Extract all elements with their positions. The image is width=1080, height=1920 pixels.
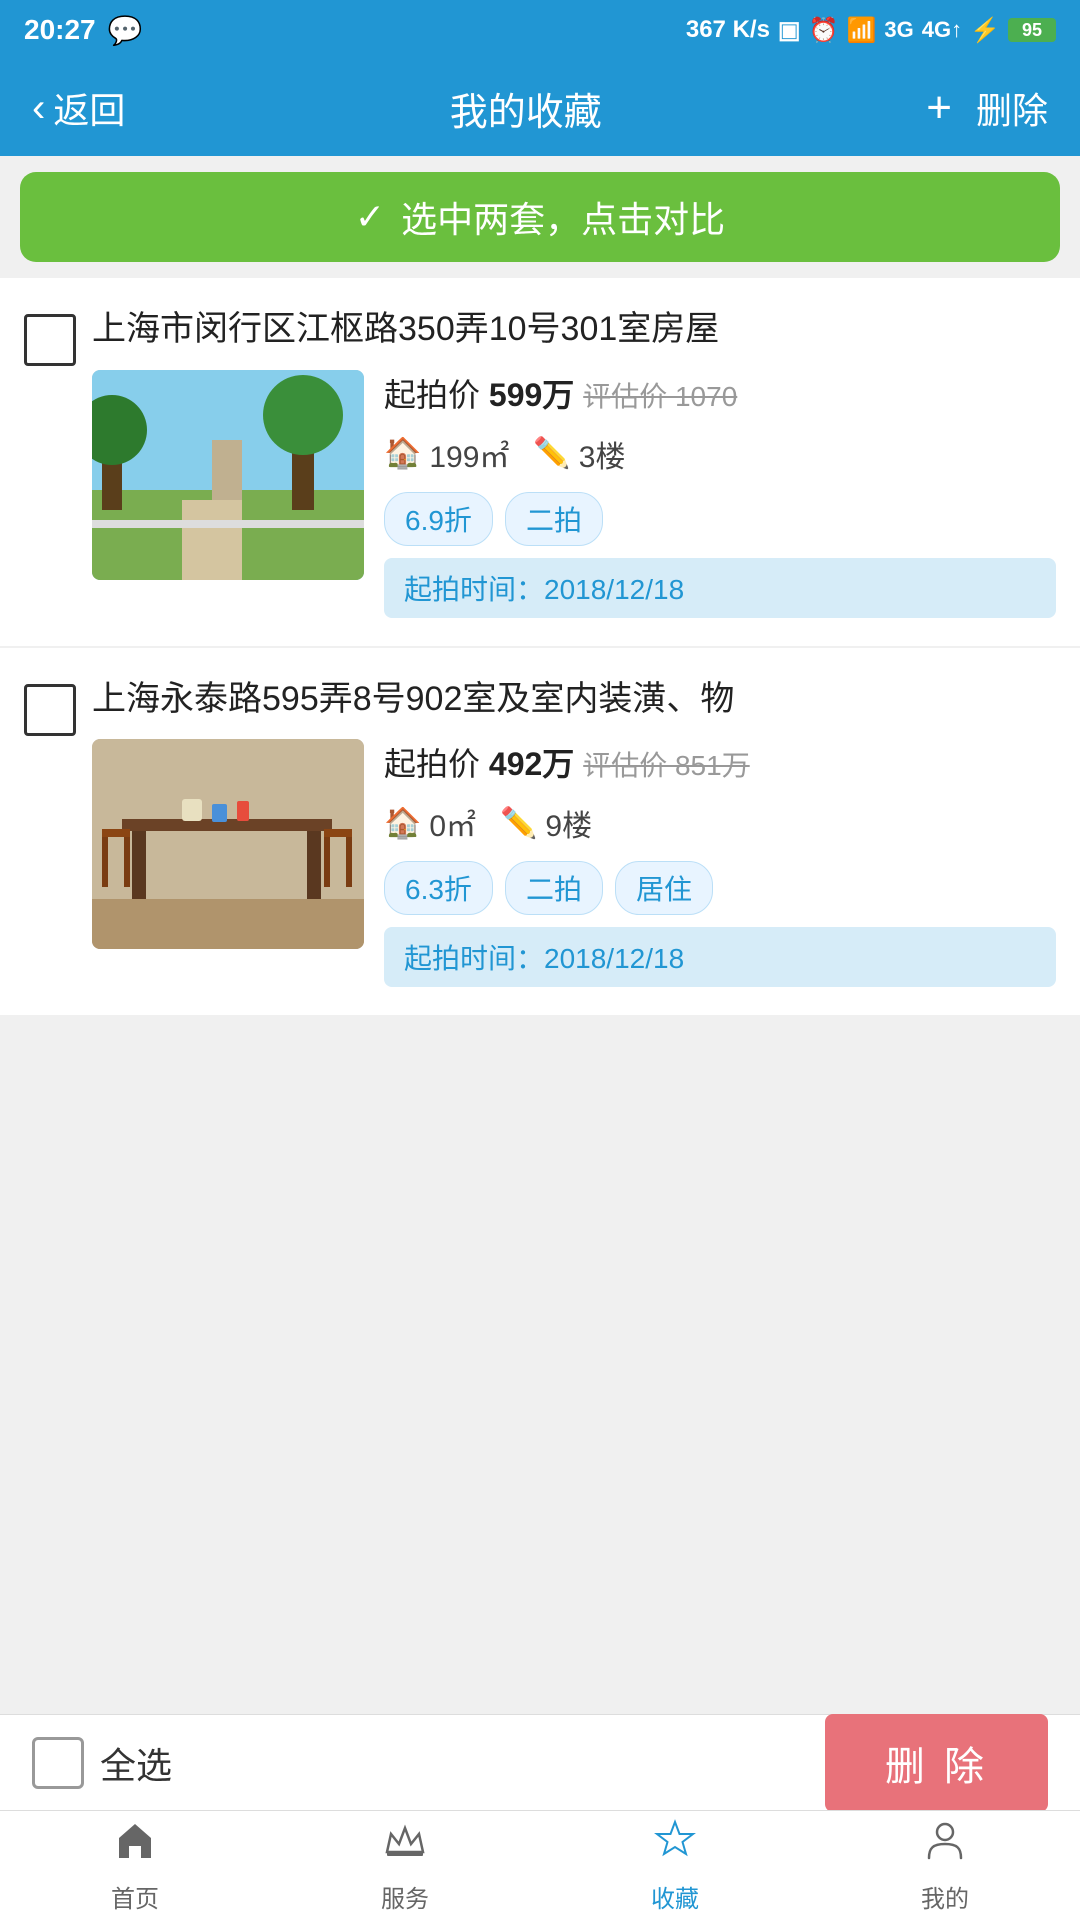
tags-line-1: 6.9折 二拍 bbox=[384, 492, 1056, 546]
tags-line-2: 6.3折 二拍 居住 bbox=[384, 861, 1056, 915]
property-checkbox-1[interactable] bbox=[24, 314, 76, 366]
area-icon-1: 🏠 bbox=[384, 436, 421, 471]
status-bar: 20:27 💬 367 K/s ▣ ⏰ 📶 3G 4G↑ ⚡ 95 bbox=[0, 0, 1080, 60]
speed: 367 K/s bbox=[686, 16, 770, 44]
estimate-1: 评估价 1070 bbox=[583, 381, 737, 412]
nav-actions: + 删除 bbox=[926, 82, 1048, 134]
floor-meta-2: ✏️ 9楼 bbox=[500, 801, 592, 845]
tab-bar: 首页 服务 收藏 我的 bbox=[0, 1810, 1080, 1920]
property-checkbox-2[interactable] bbox=[24, 684, 76, 736]
compare-text: 选中两套，点击对比 bbox=[401, 191, 725, 243]
time: 20:27 bbox=[24, 14, 96, 46]
property-content-2: 上海永泰路595弄8号902室及室内装潢、物 bbox=[92, 676, 1056, 988]
chat-icon: 💬 bbox=[108, 14, 143, 47]
tab-mine[interactable]: 我的 bbox=[810, 1811, 1080, 1920]
tag-type-2: 居住 bbox=[615, 861, 713, 915]
delete-button[interactable]: 删 除 bbox=[825, 1714, 1048, 1812]
tag-round-2: 二拍 bbox=[505, 861, 603, 915]
nav-bar: ‹ 返回 我的收藏 + 删除 bbox=[0, 60, 1080, 156]
area-icon-2: 🏠 bbox=[384, 806, 421, 841]
compare-check-icon: ✓ bbox=[355, 196, 385, 238]
property-details-1: 起拍价 599万 评估价 1070 🏠 199㎡ ✏️ 3楼 bbox=[384, 370, 1056, 618]
select-all-checkbox[interactable] bbox=[32, 1737, 84, 1789]
property-content-1: 上海市闵行区江枢路350弄10号301室房屋 bbox=[92, 306, 1056, 618]
clock-icon: ⏰ bbox=[809, 16, 839, 45]
back-label: 返回 bbox=[53, 82, 125, 134]
area-meta-1: 🏠 199㎡ bbox=[384, 432, 509, 476]
floor-value-1: 3楼 bbox=[579, 432, 626, 476]
date-1: 起拍时间：2018/12/18 bbox=[384, 558, 1056, 618]
area-meta-2: 🏠 0㎡ bbox=[384, 801, 476, 845]
back-chevron-icon: ‹ bbox=[32, 86, 45, 131]
charging-icon: ⚡ bbox=[970, 16, 1000, 45]
tag-discount-2: 6.3折 bbox=[384, 861, 493, 915]
floor-meta-1: ✏️ 3楼 bbox=[533, 432, 625, 476]
add-button[interactable]: + bbox=[926, 83, 952, 133]
meta-line-1: 🏠 199㎡ ✏️ 3楼 bbox=[384, 432, 1056, 476]
crown-icon bbox=[383, 1818, 427, 1873]
bottom-spacer bbox=[0, 1017, 1080, 1397]
property-title-2: 上海永泰路595弄8号902室及室内装潢、物 bbox=[92, 676, 1056, 724]
floor-icon-1: ✏️ bbox=[533, 436, 570, 471]
property-image-2 bbox=[92, 739, 364, 949]
tag-round-1: 二拍 bbox=[505, 492, 603, 546]
signal-4g-icon: 4G↑ bbox=[922, 17, 962, 43]
date-2: 起拍时间：2018/12/18 bbox=[384, 927, 1056, 987]
delete-nav-button[interactable]: 删除 bbox=[976, 82, 1048, 134]
property-details-2: 起拍价 492万 评估价 851万 🏠 0㎡ ✏️ 9楼 bbox=[384, 739, 1056, 987]
tag-discount-1: 6.9折 bbox=[384, 492, 493, 546]
floor-value-2: 9楼 bbox=[545, 801, 592, 845]
property-image-1 bbox=[92, 370, 364, 580]
page-title: 我的收藏 bbox=[450, 81, 602, 136]
signal-3g-icon: 3G bbox=[884, 17, 913, 43]
property-list: 上海市闵行区江枢路350弄10号301室房屋 bbox=[0, 278, 1080, 1017]
select-all-area: 全选 bbox=[32, 1737, 172, 1789]
price-line-2: 起拍价 492万 评估价 851万 bbox=[384, 739, 1056, 785]
area-value-2: 0㎡ bbox=[429, 801, 476, 845]
property-title-1: 上海市闵行区江枢路350弄10号301室房屋 bbox=[92, 306, 1056, 354]
home-icon bbox=[113, 1818, 157, 1873]
status-right: 367 K/s ▣ ⏰ 📶 3G 4G↑ ⚡ 95 bbox=[686, 16, 1056, 45]
price-value-1: 599万 bbox=[489, 377, 574, 413]
tab-home[interactable]: 首页 bbox=[0, 1811, 270, 1920]
area-value-1: 199㎡ bbox=[429, 432, 509, 476]
battery: 95 bbox=[1008, 18, 1056, 42]
tab-mine-label: 我的 bbox=[921, 1879, 969, 1914]
person-icon bbox=[923, 1818, 967, 1873]
property-body-2: 起拍价 492万 评估价 851万 🏠 0㎡ ✏️ 9楼 bbox=[92, 739, 1056, 987]
compare-banner[interactable]: ✓ 选中两套，点击对比 bbox=[20, 172, 1060, 262]
price-line-1: 起拍价 599万 评估价 1070 bbox=[384, 370, 1056, 416]
footer-action: 全选 删 除 bbox=[0, 1714, 1080, 1810]
property-item-2: 上海永泰路595弄8号902室及室内装潢、物 bbox=[0, 648, 1080, 1018]
start-price-1: 起拍价 bbox=[384, 377, 489, 413]
tab-home-label: 首页 bbox=[111, 1879, 159, 1914]
tab-favorites-label: 收藏 bbox=[651, 1879, 699, 1914]
floor-icon-2: ✏️ bbox=[500, 806, 537, 841]
copy-icon: ▣ bbox=[778, 16, 801, 45]
status-left: 20:27 💬 bbox=[24, 14, 143, 47]
tab-service[interactable]: 服务 bbox=[270, 1811, 540, 1920]
select-all-label: 全选 bbox=[100, 1737, 172, 1789]
wifi-icon: 📶 bbox=[847, 16, 877, 45]
price-value-2: 492万 bbox=[489, 746, 574, 782]
meta-line-2: 🏠 0㎡ ✏️ 9楼 bbox=[384, 801, 1056, 845]
property-item: 上海市闵行区江枢路350弄10号301室房屋 bbox=[0, 278, 1080, 648]
back-button[interactable]: ‹ 返回 bbox=[32, 82, 125, 134]
tab-service-label: 服务 bbox=[381, 1879, 429, 1914]
start-price-2: 起拍价 bbox=[384, 746, 489, 782]
estimate-2: 评估价 851万 bbox=[583, 750, 750, 781]
tab-favorites[interactable]: 收藏 bbox=[540, 1811, 810, 1920]
property-body-1: 起拍价 599万 评估价 1070 🏠 199㎡ ✏️ 3楼 bbox=[92, 370, 1056, 618]
star-icon bbox=[653, 1818, 697, 1873]
